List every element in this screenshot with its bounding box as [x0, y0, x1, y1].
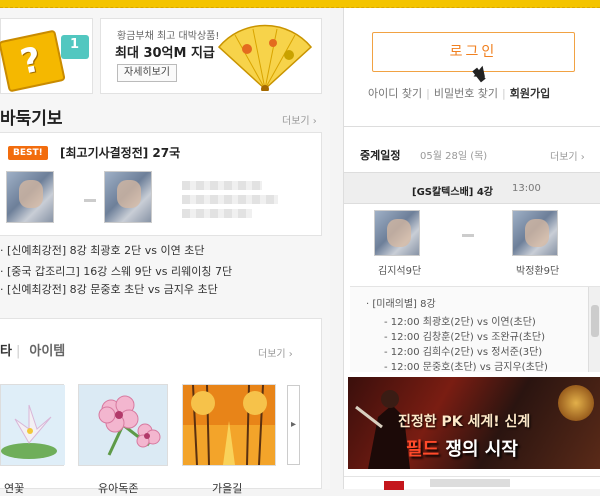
thumb-label[interactable]: 가을길: [212, 480, 242, 496]
pink-flower-image: [79, 385, 167, 465]
promo-subtitle: 황금부채 최고 대박상품!: [117, 31, 220, 42]
lotus-image: [1, 385, 65, 465]
account-links: 아이디 찾기 | 비밀번호 찾기 | 회원가입: [368, 87, 551, 100]
schedule-list-item[interactable]: - 12:00 최광호(2단) vs 이연(초단): [384, 313, 536, 328]
flower-thumbnail[interactable]: [78, 384, 168, 466]
next-news-row[interactable]: [344, 476, 600, 490]
best-match-title[interactable]: [최고기사결정전] 27국: [60, 144, 180, 161]
player-name-left: 김지석9단: [378, 266, 422, 277]
right-column: 로그인 아이디 찾기 | 비밀번호 찾기 | 회원가입 중계일정 05월 28일 (목)…: [343, 8, 600, 490]
schedule-list-item[interactable]: - 12:00 김희수(2단) vs 정서준(3단): [384, 343, 542, 358]
promo-title: 최대 30억M 지급: [115, 46, 215, 61]
player-name-right: 박정환9단: [516, 266, 560, 277]
schedule-more-link[interactable]: 더보기 ›: [550, 148, 585, 163]
best-match-card[interactable]: BEST! [최고기사결정전] 27국: [0, 132, 322, 236]
schedule-scrollbar[interactable]: [588, 287, 600, 372]
blurred-info: [182, 195, 278, 204]
schedule-date: 05월 28일 (목): [420, 151, 488, 162]
left-column: ? 1 황금부채 최고 대박상품! 최대 30억M 지급 자세히보기 바둑기보 …: [0, 8, 330, 495]
schedule-list-item[interactable]: - 12:00 김창훈(2단) vs 조완규(초단): [384, 328, 545, 343]
signup-link[interactable]: 회원가입: [510, 87, 550, 100]
schedule-list-header: · [미래의별] 8강: [366, 299, 436, 310]
chevron-right-icon: ▸: [291, 419, 297, 430]
find-id-link[interactable]: 아이디 찾기: [368, 87, 422, 100]
best-badge: BEST!: [8, 146, 48, 160]
lotus-thumbnail[interactable]: [0, 384, 65, 466]
player-photo-left: [6, 171, 54, 223]
autumn-road-thumbnail[interactable]: [182, 384, 276, 466]
schedule-title: 중계일정: [360, 149, 401, 162]
news-text-placeholder: [430, 479, 510, 487]
promo-detail-button[interactable]: 자세히보기: [117, 64, 177, 82]
vs-divider: [84, 199, 96, 202]
login-button[interactable]: 로그인: [372, 32, 575, 72]
player-photo-right[interactable]: [512, 210, 558, 256]
featured-game-bar[interactable]: [GS칼텍스배] 4강 13:00: [344, 172, 600, 204]
baduk-more-link[interactable]: 더보기 ›: [282, 112, 317, 127]
gift-box-icon: 1: [61, 35, 89, 59]
news-item[interactable]: · [중국 갑조리그] 16강 스웨 9단 vs 리웨이칭 7단: [0, 263, 232, 279]
featured-game-title: [GS칼텍스배] 4강: [412, 187, 493, 198]
vs-divider: [462, 234, 474, 237]
scrollbar-thumb[interactable]: [591, 305, 599, 337]
ad-headline: 진정한 PK 세계! 신계: [398, 414, 531, 430]
blurred-info: [182, 181, 262, 190]
event-banner[interactable]: ? 1: [0, 18, 93, 94]
top-accent-bar: [0, 0, 600, 8]
find-password-link[interactable]: 비밀번호 찾기: [434, 87, 498, 100]
game-ad-banner[interactable]: 진정한 PK 세계! 신계 필드 쟁의 시작: [348, 377, 600, 469]
ad-tagline: 필드 쟁의 시작: [406, 439, 518, 460]
blurred-info: [182, 209, 252, 218]
thumb-label[interactable]: 연꽃: [4, 480, 24, 496]
golden-fan-icon: [217, 24, 313, 91]
items-more-link[interactable]: 더보기 ›: [258, 345, 293, 360]
autumn-road-image: [183, 384, 275, 466]
items-tabs: 타 | 아이템: [0, 344, 66, 359]
game-logo-icon: [558, 385, 594, 421]
question-box-icon: ?: [0, 29, 66, 93]
fan-promo-banner[interactable]: 황금부채 최고 대박상품! 최대 30억M 지급 자세히보기: [100, 18, 322, 94]
player-photo-right: [104, 171, 152, 223]
tab-items[interactable]: 아이템: [29, 344, 65, 359]
baduk-section-title: 바둑기보: [0, 109, 63, 129]
schedule-list[interactable]: · [미래의별] 8강 - 12:00 최광호(2단) vs 이연(초단) - …: [350, 286, 600, 372]
featured-game-time: 13:00: [512, 183, 541, 194]
thumbnails-next-button[interactable]: ▸: [287, 385, 300, 465]
schedule-list-item[interactable]: - 12:00 문중호(초단) vs 금지우(초단): [384, 358, 548, 372]
schedule-header: 중계일정 05월 28일 (목) 더보기 ›: [344, 126, 600, 172]
thumb-label[interactable]: 유아독존: [98, 480, 138, 496]
news-item[interactable]: · [신예최강전] 8강 문중호 초단 vs 금지우 초단: [0, 281, 218, 297]
player-photo-left[interactable]: [374, 210, 420, 256]
news-item[interactable]: · [신예최강전] 8강 최광호 2단 vs 이연 초단: [0, 242, 204, 258]
tab-active[interactable]: 타: [0, 344, 12, 359]
